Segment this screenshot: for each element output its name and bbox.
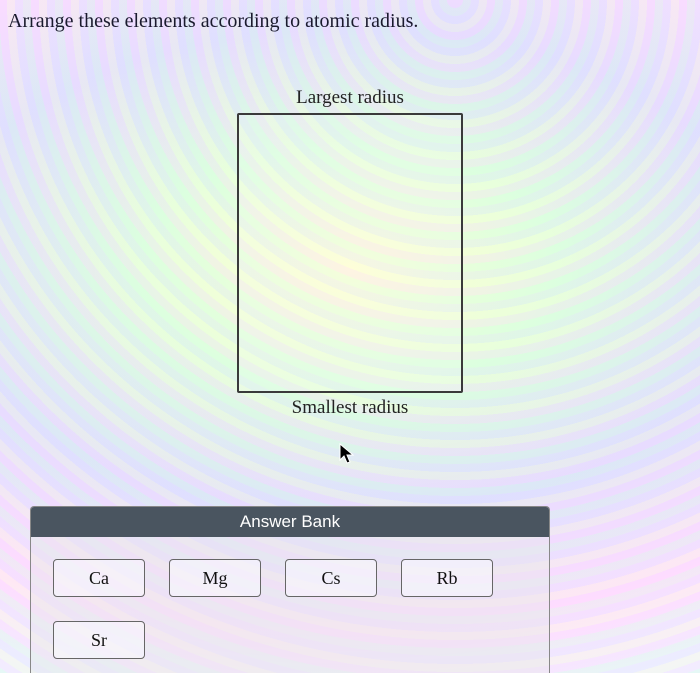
element-tile-sr[interactable]: Sr: [53, 621, 145, 659]
element-tile-ca[interactable]: Ca: [53, 559, 145, 597]
element-tile-mg[interactable]: Mg: [169, 559, 261, 597]
ranking-dropzone[interactable]: [237, 113, 463, 393]
answer-bank: Answer Bank Ca Mg Cs Rb Sr: [30, 506, 550, 673]
element-tile-cs[interactable]: Cs: [285, 559, 377, 597]
smallest-label: Smallest radius: [292, 397, 409, 419]
answer-bank-header: Answer Bank: [31, 507, 549, 537]
answer-bank-body: Ca Mg Cs Rb Sr: [31, 537, 549, 673]
largest-label: Largest radius: [296, 87, 404, 109]
ranking-exercise: Largest radius Smallest radius: [0, 83, 700, 423]
question-text: Arrange these elements according to atom…: [0, 0, 700, 33]
element-tile-rb[interactable]: Rb: [401, 559, 493, 597]
cursor-icon: [338, 443, 356, 465]
